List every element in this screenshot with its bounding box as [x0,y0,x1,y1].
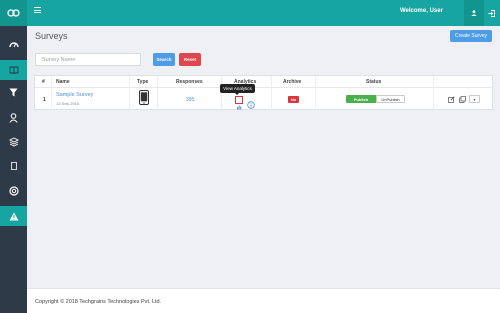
column-header-status: Status [366,79,382,85]
copy-icon [458,95,466,103]
sidebar-item-page[interactable] [0,156,27,176]
column-divider [129,76,130,111]
info-icon [247,101,255,109]
lifebuoy-icon [8,186,19,196]
column-divider [157,76,158,111]
reset-button[interactable]: Reset [179,53,201,66]
warning-icon [9,212,18,220]
column-header-type: Type [137,79,149,85]
copy-button[interactable] [458,95,466,103]
page-title: Surveys [35,31,68,41]
sidebar-item-support[interactable] [0,181,27,201]
logo[interactable] [0,0,27,26]
more-options-button[interactable]: ▾ [469,95,480,103]
row-number: 1 [43,97,46,103]
bar-chart-icon [237,105,242,110]
sidebar [0,26,27,313]
filter-icon [9,88,18,96]
survey-name-input[interactable] [35,53,141,66]
sidebar-item-alerts[interactable] [0,206,27,226]
logo-icon [7,9,20,17]
responses-link[interactable]: 395 [186,97,194,103]
layers-icon [8,137,19,147]
info-button[interactable] [247,96,255,109]
surveys-table: # Name Type Responses Analytics Archive … [34,75,494,111]
publish-button[interactable]: Publish [346,95,376,103]
sidebar-item-users[interactable] [0,108,27,128]
survey-date: 12-Sep-2016 [56,101,80,106]
mobile-icon [139,90,149,107]
column-header-num: # [42,79,45,85]
logout-icon [488,9,495,17]
unpublish-button[interactable]: UnPublish [376,95,405,103]
welcome-text: Welcome, User [400,8,443,14]
dashboard-icon [8,42,19,48]
sidebar-item-layers[interactable] [0,132,27,152]
top-bar: Welcome, User [0,0,500,26]
survey-name-link[interactable]: Sample Survey [56,92,93,98]
book-icon [9,66,18,74]
column-divider [221,76,222,111]
page-header: Surveys [27,26,500,46]
search-button[interactable]: Search [153,53,175,66]
view-analytics-button[interactable] [235,96,243,110]
header-divider [35,87,494,88]
tooltip: View Analytics [220,84,255,93]
user-icon [471,10,477,16]
copyright-text: Copyright © 2018 Techgrains Technologies… [35,299,162,305]
square-icon [10,162,17,170]
tooltip-arrow [235,93,239,95]
create-survey-button[interactable]: Create Survey [450,30,492,42]
user-icon [9,113,18,123]
column-header-responses: Responses [176,79,203,85]
column-header-archive: Archive [283,79,302,85]
sidebar-item-filter[interactable] [0,82,27,102]
edit-button[interactable] [447,95,455,103]
menu-toggle-icon[interactable] [34,7,41,13]
sidebar-item-surveys[interactable] [0,60,27,80]
footer: Copyright © 2018 Techgrains Technologies… [27,288,500,313]
column-divider [51,76,52,111]
column-divider [315,76,316,111]
column-divider [271,76,272,111]
archive-badge: No [288,96,299,103]
logout-button[interactable] [481,0,500,26]
column-divider [433,76,434,111]
edit-icon [447,95,455,103]
sidebar-item-dashboard[interactable] [0,34,27,54]
chevron-down-icon: ▾ [473,96,476,102]
column-header-name: Name [56,79,70,85]
